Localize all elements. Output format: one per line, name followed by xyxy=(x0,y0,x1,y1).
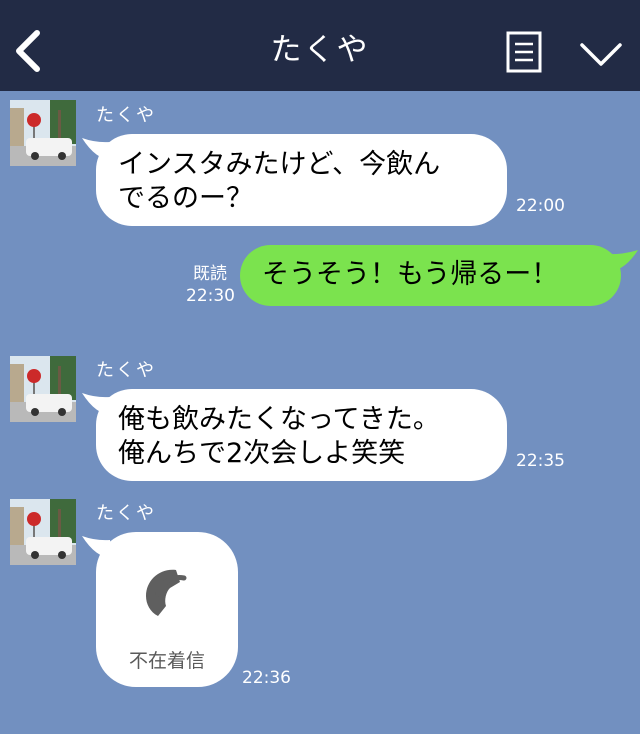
sender-name: たくや xyxy=(96,503,156,524)
chevron-down-icon xyxy=(580,43,622,66)
avatar[interactable] xyxy=(10,356,76,422)
avatar-photo xyxy=(10,100,76,166)
message-time: 22:36 xyxy=(242,668,291,688)
sender-name: たくや xyxy=(96,105,156,126)
chat-title: たくや xyxy=(270,32,370,68)
message-bubble[interactable]: インスタみたけど、今飲ん でるのー？ xyxy=(96,134,507,226)
read-receipt: 既読 22:30 xyxy=(186,263,235,307)
message-bubble[interactable]: 俺も飲みたくなってきた。 俺んちで2次会しよ笑笑 xyxy=(96,389,507,481)
message-bubble[interactable]: そうそう！もう帰るー！ xyxy=(240,245,621,306)
avatar-photo xyxy=(10,356,76,422)
missed-call-label: 不在着信 xyxy=(128,650,205,672)
message-text-line: 俺んちで2次会しよ笑笑 xyxy=(118,438,406,469)
message-text: そうそう！もう帰るー！ xyxy=(262,259,559,290)
menu-button[interactable] xyxy=(578,38,624,68)
missed-call-bubble[interactable]: 不在着信 xyxy=(96,532,238,687)
phone-icon xyxy=(146,569,187,616)
message-time: 22:00 xyxy=(516,196,565,216)
notes-button[interactable] xyxy=(506,31,542,73)
sender-name: たくや xyxy=(96,360,156,381)
message-text-line: でるのー？ xyxy=(118,183,253,214)
message-text-line: 俺も飲みたくなってきた。 xyxy=(118,404,440,435)
read-label: 既読 xyxy=(193,264,227,284)
message-time: 22:30 xyxy=(186,286,235,306)
avatar-photo xyxy=(10,499,76,565)
chat-header: たくや xyxy=(0,0,640,91)
avatar[interactable] xyxy=(10,100,76,166)
message-text-line: インスタみたけど、今飲ん xyxy=(118,149,441,180)
notes-icon xyxy=(506,31,542,73)
avatar[interactable] xyxy=(10,499,76,565)
message-time: 22:35 xyxy=(516,451,565,471)
